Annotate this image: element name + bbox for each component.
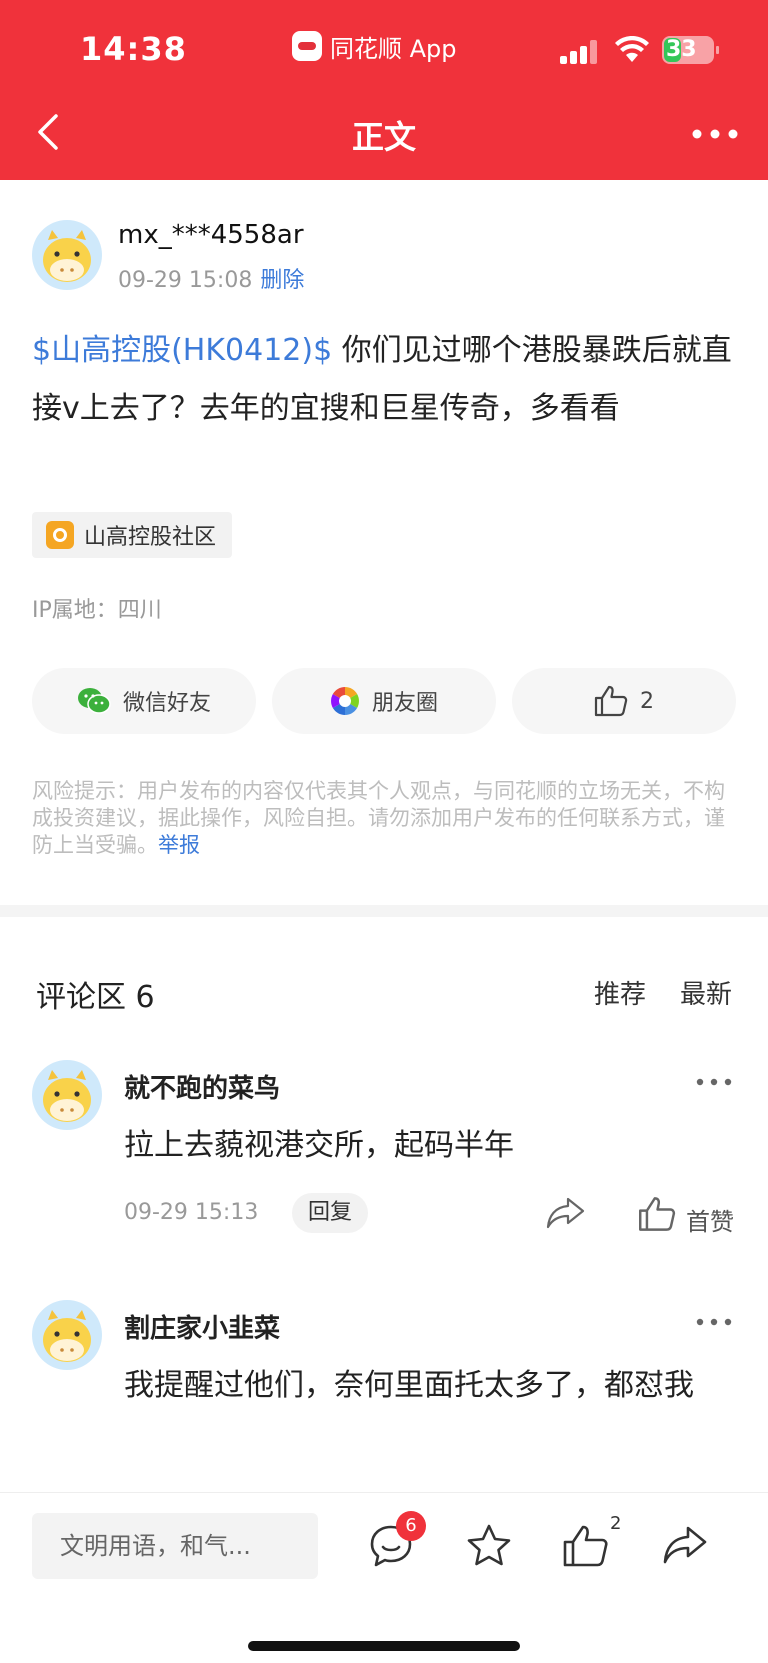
app-indicator[interactable]: 同花顺 App [292, 28, 457, 64]
comment-text: 拉上去藐视港交所，起码半年 [124, 1128, 514, 1163]
app-name: 同花顺 App [330, 34, 457, 63]
page-title: 正文 [351, 118, 416, 156]
post-meta: 09-29 15:08 删除 [118, 262, 304, 294]
comment-author[interactable]: 割庄家小韭菜 [124, 1308, 280, 1345]
share-arrow-icon[interactable] [546, 1196, 586, 1230]
post-body: $山高控股(HK0412)$ 你们见过哪个港股暴跌后就直接v上去了？去年的宜搜和… [32, 322, 732, 438]
like-button[interactable]: 2 [512, 668, 736, 734]
community-tag[interactable]: 山高控股社区 [32, 512, 233, 558]
tab-latest[interactable]: 最新 [680, 974, 732, 1011]
bottom-like-count: 2 [610, 1513, 622, 1534]
comment-time: 09-29 15:13 [124, 1200, 259, 1225]
app-header: 14:38 同花顺 App 33 正文 [0, 0, 768, 180]
more-options-icon[interactable] [690, 124, 740, 144]
like-count: 2 [640, 688, 654, 714]
stock-tag-link[interactable]: $山高控股(HK0412)$ [32, 333, 332, 368]
app-logo-icon [292, 31, 322, 61]
comment-more-icon[interactable] [696, 1317, 732, 1327]
risk-disclaimer: 风险提示：用户发布的内容仅代表其个人观点，与同花顺的立场无关，不构成投资建议，据… [32, 778, 738, 859]
risk-text: 风险提示：用户发布的内容仅代表其个人观点，与同花顺的立场无关，不构成投资建议，据… [32, 779, 725, 857]
post-date: 09-29 15:08 [118, 268, 253, 293]
share-moments-label: 朋友圈 [371, 691, 438, 716]
share-arrow-icon[interactable] [662, 1523, 708, 1569]
author-name[interactable]: mx_***4558ar [118, 220, 304, 250]
home-indicator[interactable] [248, 1641, 520, 1651]
comment-more-icon[interactable] [696, 1077, 732, 1087]
star-icon[interactable] [466, 1523, 512, 1569]
cow-avatar-icon [43, 230, 91, 282]
wifi-icon [615, 36, 649, 62]
comment-count-badge: 6 [396, 1511, 426, 1541]
report-link[interactable]: 举报 [158, 833, 200, 857]
tab-recommend[interactable]: 推荐 [594, 974, 646, 1011]
comments-title: 评论区 6 [36, 980, 155, 1015]
delete-link[interactable]: 删除 [260, 268, 304, 293]
section-divider [0, 905, 768, 917]
thumbs-up-icon[interactable] [562, 1523, 608, 1569]
cow-avatar-icon [43, 1310, 91, 1362]
comment-reply-button[interactable]: 回复 [292, 1193, 369, 1233]
comment-input[interactable]: 文明用语，和气... [32, 1513, 318, 1579]
wechat-icon [77, 688, 111, 714]
share-moments-button[interactable]: 朋友圈 [272, 668, 496, 734]
comment-avatar[interactable] [32, 1300, 102, 1370]
cow-avatar-icon [43, 1070, 91, 1122]
share-wechat-label: 微信好友 [122, 691, 211, 716]
thumbs-up-icon [594, 685, 628, 717]
status-time: 14:38 [80, 30, 187, 68]
battery-level: 33 [666, 37, 697, 62]
comment-like-label[interactable]: 首赞 [686, 1202, 734, 1237]
cellular-signal-icon [560, 40, 598, 64]
share-wechat-button[interactable]: 微信好友 [32, 668, 256, 734]
comment-like-icon[interactable] [638, 1196, 676, 1232]
community-label: 山高控股社区 [84, 525, 217, 550]
comment-avatar[interactable] [32, 1060, 102, 1130]
author-avatar[interactable] [32, 220, 102, 290]
moments-icon [330, 687, 359, 715]
ip-location: IP属地：四川 [32, 598, 162, 623]
community-icon [46, 521, 74, 549]
bottom-action-bar: 文明用语，和气... 6 2 [0, 1492, 768, 1663]
battery-icon: 33 [662, 36, 719, 64]
status-bar: 14:38 同花顺 App 33 [0, 0, 768, 100]
comment-text: 我提醒过他们，奈何里面托太多了，都怼我 [124, 1368, 694, 1403]
comment-author[interactable]: 就不跑的菜鸟 [124, 1068, 280, 1105]
